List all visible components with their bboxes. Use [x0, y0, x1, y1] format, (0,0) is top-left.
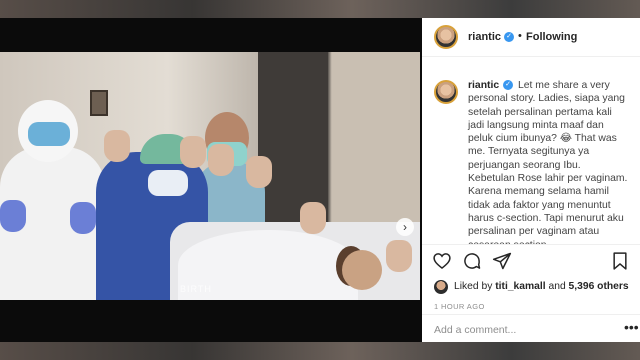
background-photo-strip-top	[0, 0, 640, 18]
separator-dot: •	[518, 30, 522, 42]
caption-verified-icon: ✓	[503, 80, 514, 91]
header-username[interactable]: riantic	[468, 31, 501, 43]
liker-avatar[interactable]	[434, 280, 448, 294]
photo-watermark: BIRTH	[180, 284, 212, 294]
following-button[interactable]: Following	[526, 31, 577, 43]
caption-avatar[interactable]	[434, 80, 458, 104]
comment-input[interactable]: Add a comment...	[434, 324, 516, 336]
likes-summary: Liked by titi_kamall and 5,396 others	[454, 281, 629, 292]
share-icon[interactable]	[492, 251, 512, 271]
next-image-button[interactable]: ›	[396, 218, 414, 236]
caption-body: Let me share a very personal story. Ladi…	[468, 80, 628, 245]
likes-prefix: Liked by	[454, 281, 493, 292]
wall-frame	[90, 90, 108, 116]
verified-badge-icon: ✓	[504, 32, 514, 42]
caption-text-block: riantic ✓ Let me share a very personal s…	[468, 79, 628, 245]
heart-icon[interactable]	[432, 251, 452, 271]
comment-input-area[interactable]: Add a comment... •••	[422, 314, 640, 343]
caption: riantic ✓ Let me share a very personal s…	[422, 70, 640, 245]
post-side-panel: riantic ✓ • Following riantic ✓ Let me s…	[422, 18, 640, 342]
caption-username[interactable]: riantic	[468, 80, 499, 91]
likes-conjunction: and	[548, 281, 566, 292]
action-bar	[432, 251, 632, 273]
patient	[342, 250, 382, 290]
divider	[422, 244, 640, 245]
post-header: riantic ✓ • Following	[422, 18, 640, 57]
comment-icon[interactable]	[462, 251, 482, 271]
likes-count[interactable]: 5,396 others	[569, 281, 629, 292]
background-photo-strip-bottom	[0, 342, 640, 360]
likes-row: Liked by titi_kamall and 5,396 others	[434, 280, 634, 296]
post-photo: BIRTH ›	[0, 52, 420, 300]
more-options-icon[interactable]: •••	[624, 319, 639, 335]
post-timestamp[interactable]: 1 HOUR AGO	[434, 302, 485, 311]
profile-avatar[interactable]	[434, 25, 458, 49]
liker-username[interactable]: titi_kamall	[495, 281, 545, 292]
bookmark-icon[interactable]	[610, 251, 630, 271]
